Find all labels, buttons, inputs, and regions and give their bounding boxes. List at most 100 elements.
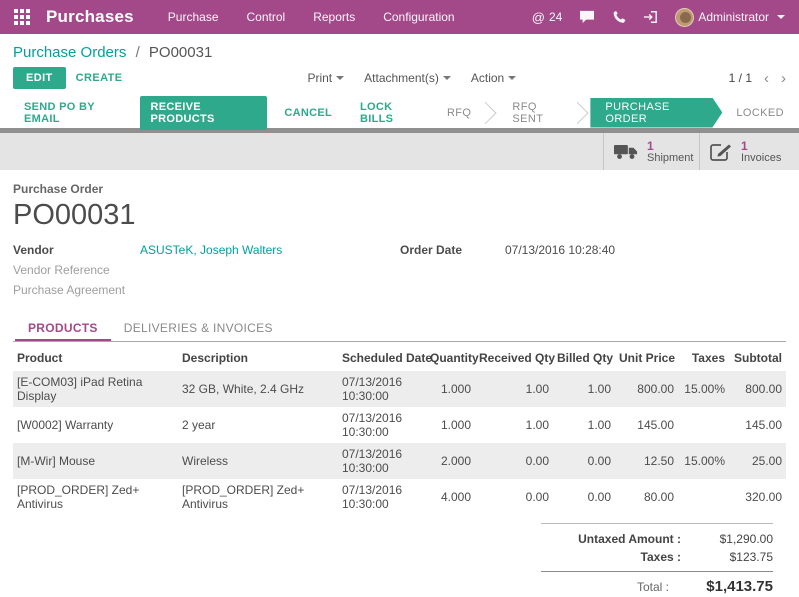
pager: 1 / 1 ‹ › — [729, 71, 786, 86]
cell-taxes: 15.00% — [678, 443, 729, 479]
cell-description: 32 GB, White, 2.4 GHz — [178, 371, 338, 407]
main-menu: Purchase Control Reports Configuration — [168, 10, 455, 24]
statusbar: SEND PO BY EMAIL RECEIVE PRODUCTS CANCEL… — [0, 97, 799, 128]
col-billed-qty: Billed Qty — [553, 344, 615, 371]
cell-product: [PROD_ORDER] Zed+ Antivirus — [13, 479, 178, 515]
cell-description: Wireless — [178, 443, 338, 479]
truck-icon — [614, 143, 638, 160]
invoices-stat-button[interactable]: 1 Invoices — [699, 133, 795, 170]
menu-purchase[interactable]: Purchase — [168, 10, 219, 24]
taxes-label: Taxes : — [541, 550, 695, 564]
total-label: Total : — [541, 580, 683, 594]
sign-out-icon[interactable] — [643, 10, 658, 24]
shipment-label: Shipment — [647, 152, 693, 164]
cell-received-qty: 1.00 — [475, 407, 553, 443]
taxes-value: $123.75 — [695, 550, 773, 564]
table-row[interactable]: [M-Wir] Mouse Wireless 07/13/201610:30:0… — [13, 443, 786, 479]
status-pipeline: RFQ RFQ SENT PURCHASE ORDER LOCKED — [433, 98, 798, 128]
col-subtotal: Subtotal — [729, 344, 786, 371]
messages-counter[interactable]: @ 24 — [532, 10, 563, 25]
vendor-link[interactable]: ASUSTeK, Joseph Walters — [140, 243, 282, 258]
order-date-value: 07/13/2016 10:28:40 — [505, 243, 615, 258]
chevron-separator-icon — [577, 98, 590, 128]
cell-scheduled-date: 07/13/201610:30:00 — [338, 407, 426, 443]
col-scheduled-date: Scheduled Date — [338, 344, 426, 371]
cell-description: 2 year — [178, 407, 338, 443]
state-rfq[interactable]: RFQ — [433, 98, 485, 128]
pager-previous-icon[interactable]: ‹ — [764, 71, 769, 86]
action-menu[interactable]: Action — [471, 71, 516, 85]
cell-quantity: 4.000 — [426, 479, 475, 515]
cell-received-qty: 1.00 — [475, 371, 553, 407]
col-description: Description — [178, 344, 338, 371]
cell-billed-qty: 1.00 — [553, 407, 615, 443]
user-menu[interactable]: Administrator — [675, 8, 785, 27]
menu-configuration[interactable]: Configuration — [383, 10, 454, 24]
app-name[interactable]: Purchases — [46, 7, 134, 27]
cell-product: [M-Wir] Mouse — [13, 443, 178, 479]
print-menu[interactable]: Print — [307, 71, 344, 85]
table-row[interactable]: [W0002] Warranty 2 year 07/13/201610:30:… — [13, 407, 786, 443]
cell-billed-qty: 1.00 — [553, 371, 615, 407]
send-po-by-email-button[interactable]: SEND PO BY EMAIL — [13, 96, 134, 130]
cell-unit-price: 145.00 — [615, 407, 678, 443]
total-value: $1,413.75 — [683, 578, 773, 595]
vendor-label: Vendor — [13, 243, 140, 258]
col-received-qty: Received Qty — [475, 344, 553, 371]
tab-deliveries-invoices[interactable]: DELIVERIES & INVOICES — [111, 314, 286, 341]
col-quantity: Quantity — [426, 344, 475, 371]
cell-billed-qty: 0.00 — [553, 443, 615, 479]
state-rfq-sent[interactable]: RFQ SENT — [498, 98, 577, 128]
cell-received-qty: 0.00 — [475, 479, 553, 515]
edit-button[interactable]: EDIT — [13, 67, 66, 89]
col-taxes: Taxes — [678, 344, 729, 371]
cell-taxes — [678, 407, 729, 443]
cell-quantity: 2.000 — [426, 443, 475, 479]
cell-description: [PROD_ORDER] Zed+ Antivirus — [178, 479, 338, 515]
cell-scheduled-date: 07/13/201610:30:00 — [338, 371, 426, 407]
col-product: Product — [13, 344, 178, 371]
cell-unit-price: 80.00 — [615, 479, 678, 515]
cell-product: [E-COM03] iPad Retina Display — [13, 371, 178, 407]
apps-grid-icon[interactable] — [14, 9, 30, 25]
breadcrumb-parent-link[interactable]: Purchase Orders — [13, 44, 126, 61]
menu-reports[interactable]: Reports — [313, 10, 355, 24]
tab-products[interactable]: PRODUCTS — [15, 314, 111, 341]
breadcrumb-current: PO00031 — [149, 44, 212, 61]
invoice-icon — [710, 143, 732, 161]
cancel-button[interactable]: CANCEL — [273, 102, 343, 124]
pager-value: 1 / 1 — [729, 71, 752, 85]
chevron-separator-icon — [485, 98, 498, 128]
attachments-menu[interactable]: Attachment(s) — [364, 71, 451, 85]
chat-icon[interactable] — [579, 10, 595, 24]
shipment-stat-button[interactable]: 1 Shipment — [603, 133, 699, 170]
messages-count: 24 — [549, 10, 562, 24]
chevron-down-icon — [443, 76, 451, 84]
table-row[interactable]: [E-COM03] iPad Retina Display 32 GB, Whi… — [13, 371, 786, 407]
pager-next-icon[interactable]: › — [781, 71, 786, 86]
total-separator — [541, 571, 773, 572]
breadcrumb-separator: / — [136, 44, 140, 61]
cell-taxes — [678, 479, 729, 515]
notebook-tabs: PRODUCTS DELIVERIES & INVOICES — [13, 314, 786, 342]
lock-bills-button[interactable]: LOCK BILLS — [349, 96, 433, 130]
create-button[interactable]: CREATE — [66, 67, 133, 89]
table-header-row: Product Description Scheduled Date Quant… — [13, 344, 786, 371]
receive-products-button[interactable]: RECEIVE PRODUCTS — [140, 96, 268, 130]
top-navbar: Purchases Purchase Control Reports Confi… — [0, 0, 799, 34]
cell-subtotal: 320.00 — [729, 479, 786, 515]
cell-quantity: 1.000 — [426, 407, 475, 443]
totals-panel: Untaxed Amount : $1,290.00 Taxes : $123.… — [541, 523, 773, 597]
order-date-label: Order Date — [400, 243, 505, 258]
state-purchase-order[interactable]: PURCHASE ORDER — [590, 98, 722, 128]
table-row[interactable]: [PROD_ORDER] Zed+ Antivirus [PROD_ORDER]… — [13, 479, 786, 515]
stat-button-band: 1 Shipment 1 Invoices — [0, 133, 799, 170]
cell-subtotal: 800.00 — [729, 371, 786, 407]
invoices-label: Invoices — [741, 152, 781, 164]
state-locked[interactable]: LOCKED — [722, 98, 798, 128]
menu-control[interactable]: Control — [247, 10, 286, 24]
chevron-down-icon — [508, 76, 516, 84]
phone-icon[interactable] — [612, 10, 626, 24]
control-panel: Purchase Orders / PO00031 EDIT CREATE Pr… — [0, 34, 799, 97]
at-icon: @ — [532, 10, 545, 25]
